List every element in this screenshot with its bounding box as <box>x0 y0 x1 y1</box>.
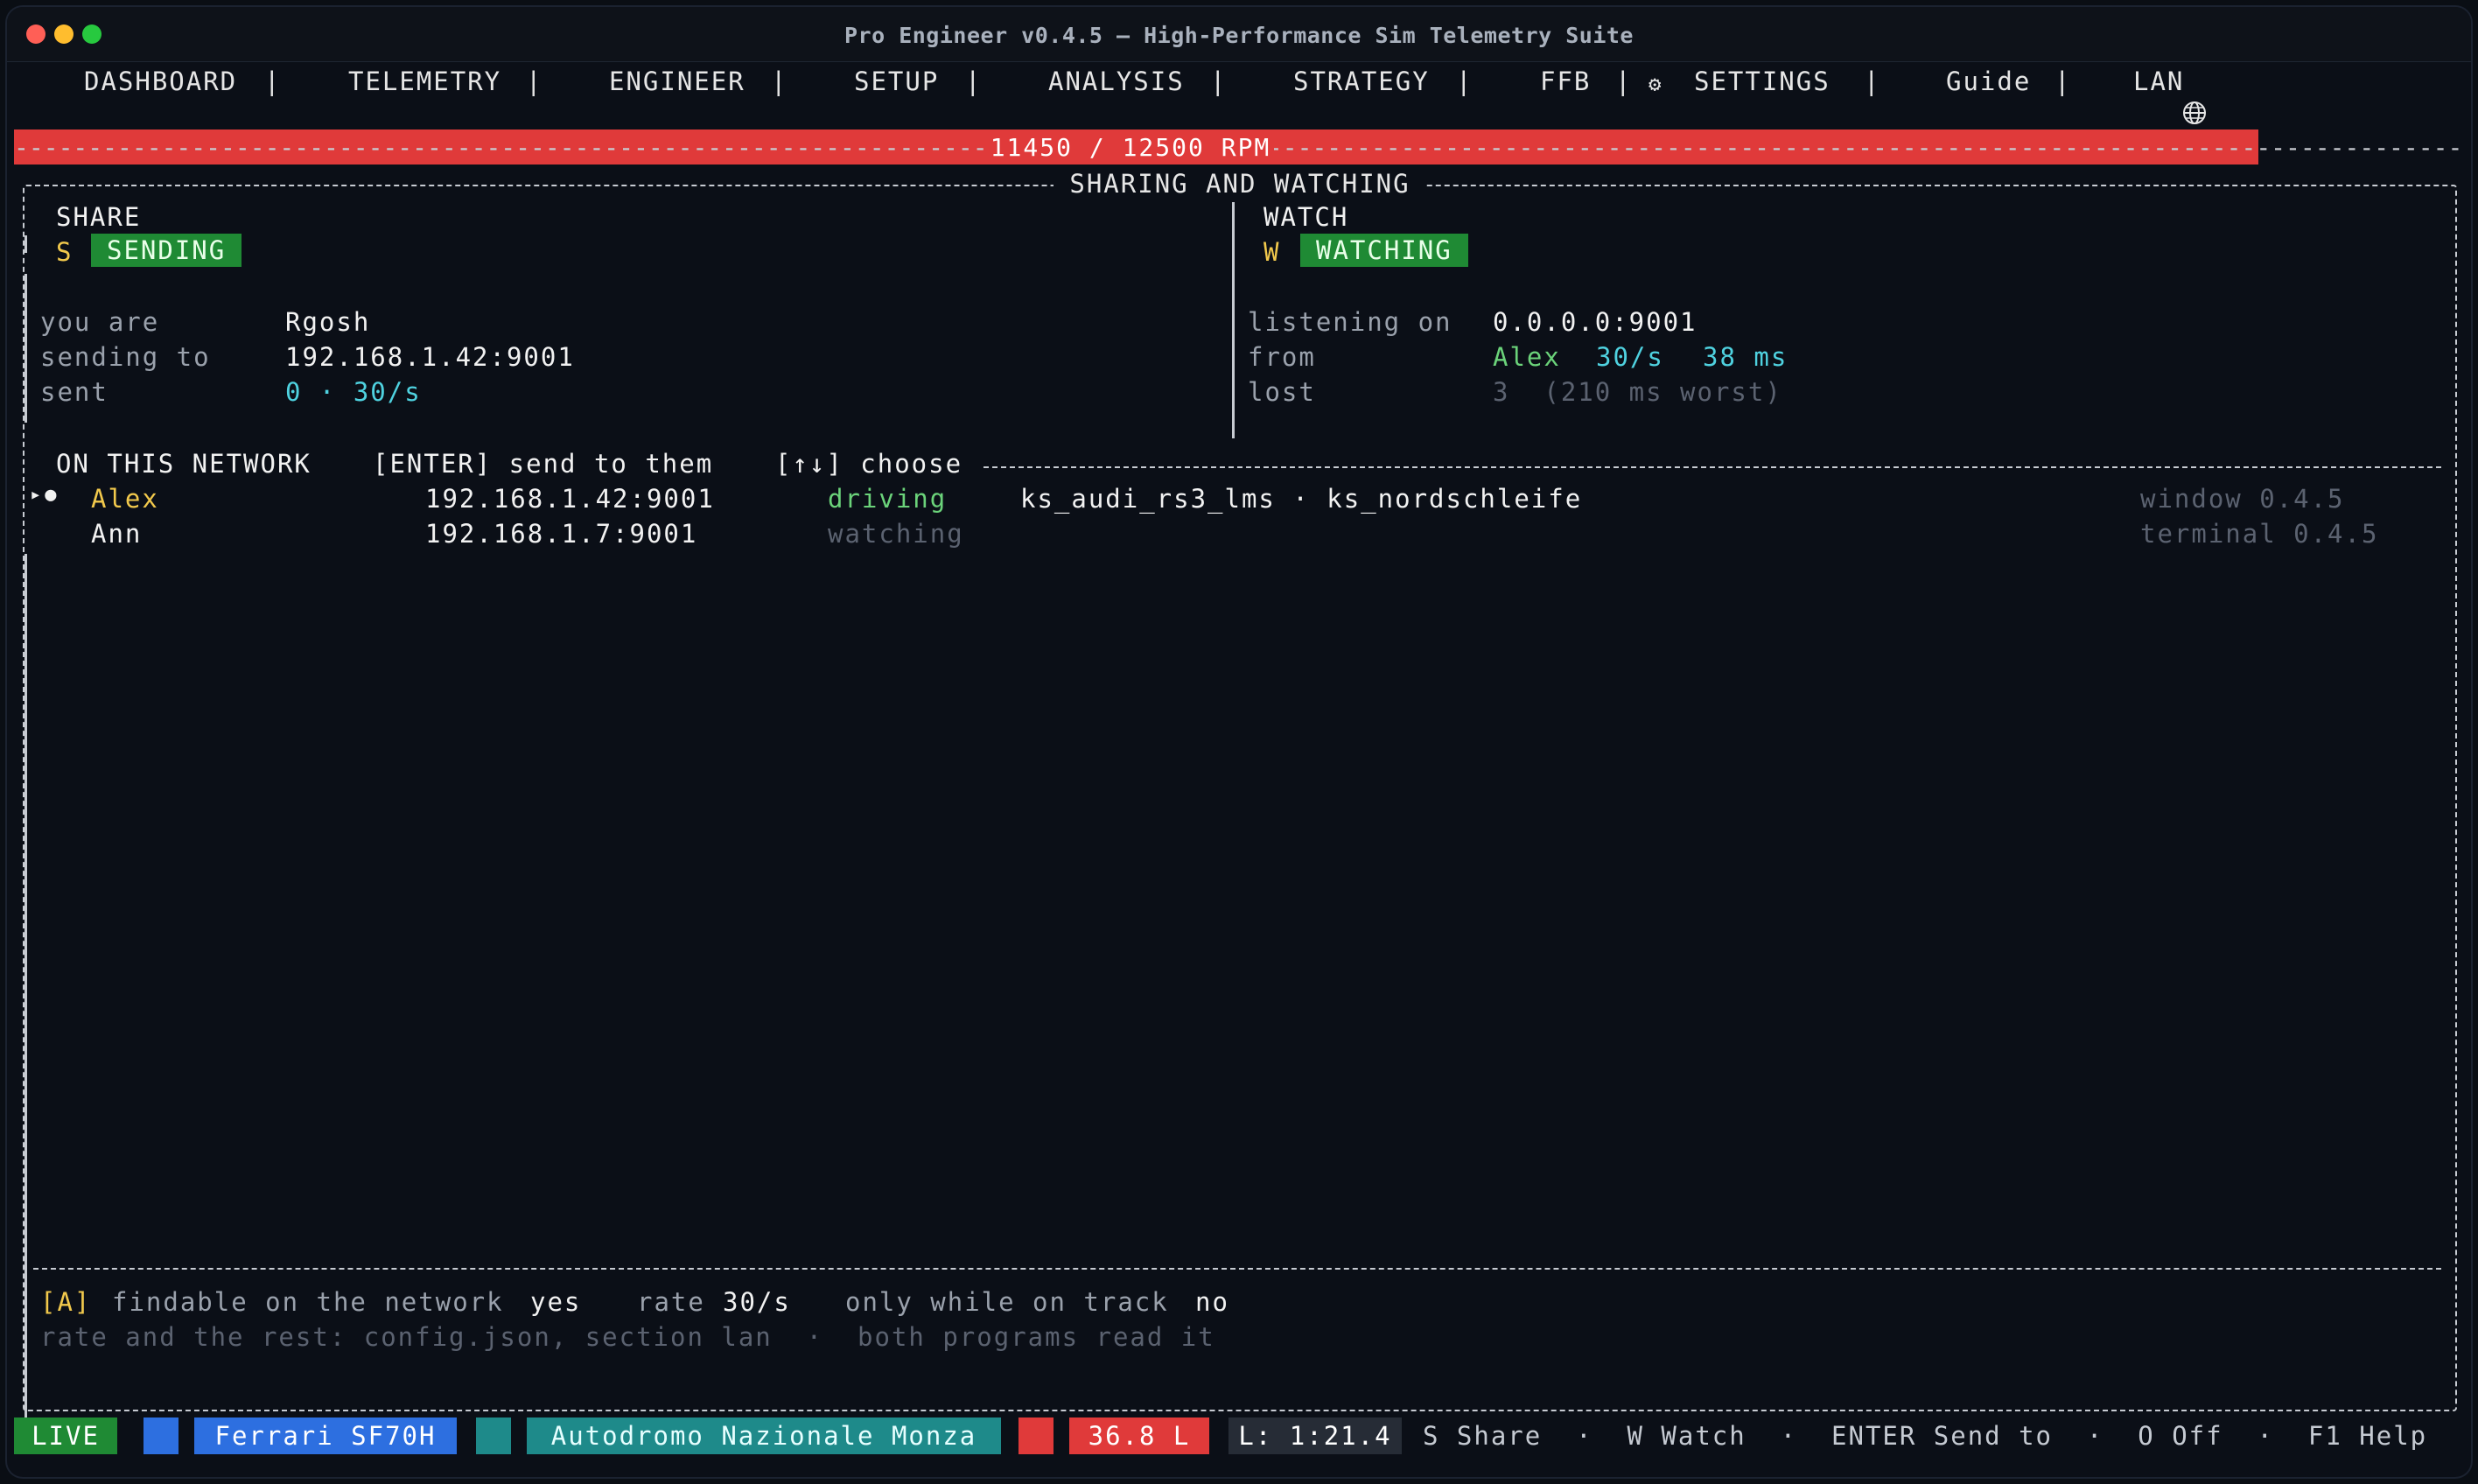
rate-value: 30/s <box>723 1287 791 1317</box>
share-status-badge[interactable]: SENDING <box>91 234 242 267</box>
tab-analysis[interactable]: ANALYSIS <box>1048 66 1185 96</box>
peer-address: 192.168.1.7:9001 <box>425 519 698 549</box>
watch-label-lost: lost <box>1248 377 1316 407</box>
watch-key: W <box>1264 237 1281 267</box>
peer-name: Ann <box>91 519 143 549</box>
car-name: Ferrari SF70H <box>194 1418 457 1454</box>
window-title: Pro Engineer v0.4.5 — High-Performance S… <box>844 23 1634 48</box>
watch-label-listening: listening on <box>1248 307 1452 337</box>
only-on-track-value: no <box>1195 1287 1229 1317</box>
share-value-sending-to: 192.168.1.42:9001 <box>285 342 575 372</box>
live-badge: LIVE <box>14 1418 117 1454</box>
section-divider <box>984 466 2441 468</box>
track-color-swatch <box>476 1418 511 1454</box>
nav-separator: | <box>2054 66 2072 96</box>
watch-value-lost: 3 (210 ms worst) <box>1493 377 1782 407</box>
watch-value-listening: 0.0.0.0:9001 <box>1493 307 1698 337</box>
peer-session: ks_audi_rs3_lms · ks_nordschleife <box>1020 484 1583 514</box>
panel-title: SHARING AND WATCHING <box>24 169 2455 199</box>
share-value-sent: 0 · 30/s <box>285 377 422 407</box>
peer-name: Alex <box>91 484 159 514</box>
watch-label-from: from <box>1248 342 1316 372</box>
tab-ffb[interactable]: FFB <box>1540 66 1591 96</box>
config-note: rate and the rest: config.json, section … <box>40 1322 1215 1352</box>
findable-value: yes <box>530 1287 582 1317</box>
network-title: ON THIS NETWORK <box>56 449 312 479</box>
findable-label: findable on the network <box>112 1287 504 1317</box>
tab-guide[interactable]: Guide <box>1946 66 2031 96</box>
peer-state: driving <box>828 484 948 514</box>
nav-separator: | <box>1210 66 1228 96</box>
watch-from-latency: 38 ms <box>1703 342 1788 372</box>
column-divider <box>1232 202 1235 438</box>
nav-separator: | <box>965 66 983 96</box>
title-bar: Pro Engineer v0.4.5 — High-Performance S… <box>7 7 2471 62</box>
car-color-swatch <box>144 1418 178 1454</box>
selected-marker: ▸● <box>30 484 60 506</box>
track-name: Autodromo Nazionale Monza <box>527 1418 1001 1454</box>
share-header: SHARE <box>56 202 142 232</box>
key-hints: S Share · W Watch · ENTER Send to · O Of… <box>1423 1421 2428 1451</box>
watch-header: WATCH <box>1264 202 1349 232</box>
findable-toggle-key[interactable]: [A] <box>40 1287 91 1317</box>
peer-address: 192.168.1.42:9001 <box>425 484 715 514</box>
watch-from-rate: 30/s <box>1596 342 1664 372</box>
share-label-sent: sent <box>40 377 108 407</box>
panel-edge <box>24 235 27 253</box>
panel-edge <box>24 274 27 423</box>
app-window: Pro Engineer v0.4.5 — High-Performance S… <box>7 7 2471 1477</box>
nav-separator: | <box>1864 66 1881 96</box>
tab-dashboard[interactable]: DASHBOARD <box>84 66 237 96</box>
nav-separator: | <box>526 66 543 96</box>
nav-separator: | <box>264 66 282 96</box>
peer-state: watching <box>828 519 964 549</box>
nav-separator: | <box>1615 66 1633 96</box>
peer-client: window 0.4.5 <box>2140 484 2345 514</box>
fuel-readout: 36.8 L <box>1069 1418 1209 1454</box>
share-label-you-are: you are <box>40 307 160 337</box>
peer-client: terminal 0.4.5 <box>2140 519 2379 549</box>
share-label-sending-to: sending to <box>40 342 211 372</box>
gear-icon: ⚙ <box>1648 72 1663 96</box>
share-key: S <box>56 237 74 267</box>
sharing-panel: SHARING AND WATCHING SHARE S SENDING you… <box>23 169 2457 1420</box>
tab-strategy[interactable]: STRATEGY <box>1293 66 1430 96</box>
footer-divider <box>33 1268 2441 1270</box>
watch-from-name: Alex <box>1493 342 1561 372</box>
share-value-you-are: Rgosh <box>285 307 371 337</box>
tab-lan[interactable]: LAN <box>2133 66 2184 96</box>
rate-label: rate <box>637 1287 705 1317</box>
tab-telemetry[interactable]: TELEMETRY <box>348 66 501 96</box>
main-nav: DASHBOARD | TELEMETRY | ENGINEER | SETUP… <box>7 63 2471 124</box>
status-bar: LIVE Ferrari SF70H Autodromo Nazionale M… <box>14 1418 2464 1454</box>
tab-engineer[interactable]: ENGINEER <box>609 66 746 96</box>
only-on-track-label: only while on track <box>845 1287 1169 1317</box>
panel-edge <box>24 554 27 1420</box>
fuel-color-swatch <box>1018 1418 1054 1454</box>
rpm-bar: ----------------------------------------… <box>14 130 2464 164</box>
tab-setup[interactable]: SETUP <box>854 66 939 96</box>
lap-time: L: 1:21.4 <box>1228 1418 1402 1454</box>
rpm-readout: 11450 / 12500 RPM <box>14 133 2247 162</box>
watch-status-badge[interactable]: WATCHING <box>1300 234 1468 267</box>
nav-separator: | <box>771 66 788 96</box>
network-hint-choose: [↑↓] choose <box>775 449 963 479</box>
tab-settings[interactable]: SETTINGS <box>1694 66 1830 96</box>
nav-separator: | <box>1456 66 1474 96</box>
network-hint-enter: [ENTER] send to them <box>373 449 714 479</box>
